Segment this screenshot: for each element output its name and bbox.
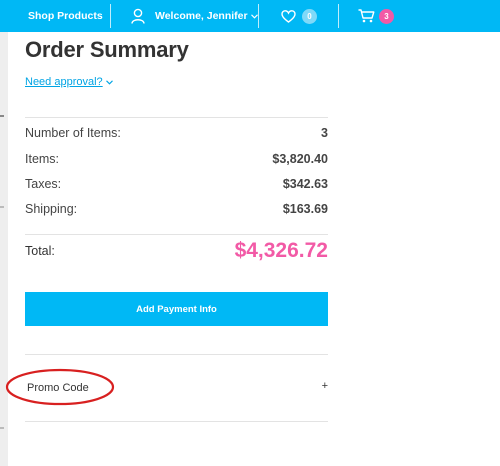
add-payment-info-button[interactable]: Add Payment Info: [25, 292, 328, 326]
shop-products-link[interactable]: Shop Products: [28, 0, 103, 32]
cart-icon: [358, 9, 375, 23]
edge-marker: [0, 206, 4, 208]
chevron-down-icon: [105, 79, 113, 85]
summary-row-items: Items: $3,820.40: [25, 152, 328, 166]
plus-icon[interactable]: +: [322, 380, 328, 392]
need-approval-label: Need approval?: [25, 76, 103, 88]
nav-divider: [110, 4, 111, 28]
row-label: Shipping:: [25, 202, 78, 216]
annotation-ellipse: [5, 368, 115, 406]
divider: [25, 234, 328, 235]
heart-icon: [281, 9, 296, 23]
edge-marker: [0, 115, 4, 117]
summary-row-shipping: Shipping: $163.69: [25, 202, 328, 216]
need-approval-link[interactable]: Need approval?: [25, 76, 113, 88]
summary-row-item-count: Number of Items: 3: [25, 126, 328, 140]
cart-count-badge: 3: [379, 8, 394, 24]
welcome-label: Welcome, Jennifer: [155, 10, 248, 22]
row-value: $163.69: [282, 202, 328, 216]
row-value: $3,820.40: [272, 152, 328, 166]
total-value: $4,326.72: [234, 239, 328, 262]
summary-row-taxes: Taxes: $342.63: [25, 177, 328, 191]
row-value: 3: [321, 126, 328, 140]
chevron-down-icon: [250, 13, 258, 19]
nav-divider: [338, 4, 339, 28]
divider: [25, 117, 328, 118]
summary-row-total: Total: $4,326.72: [25, 238, 328, 264]
total-label: Total:: [25, 244, 55, 258]
account-menu[interactable]: Welcome, Jennifer: [131, 0, 258, 32]
row-label: Number of Items:: [25, 126, 121, 140]
shop-products-label: Shop Products: [28, 10, 103, 22]
row-label: Items:: [25, 152, 60, 166]
wishlist-button[interactable]: 0: [281, 0, 317, 32]
top-navigation-bar: Shop Products Welcome, Jennifer 0 3: [0, 0, 500, 32]
edge-marker: [0, 427, 4, 429]
page-title: Order Summary: [25, 37, 189, 62]
row-label: Taxes:: [25, 177, 62, 191]
user-icon: [131, 8, 145, 24]
row-value: $342.63: [282, 177, 328, 191]
cart-button[interactable]: 3: [358, 0, 394, 32]
nav-divider: [258, 4, 259, 28]
wishlist-count-badge: 0: [302, 8, 317, 24]
